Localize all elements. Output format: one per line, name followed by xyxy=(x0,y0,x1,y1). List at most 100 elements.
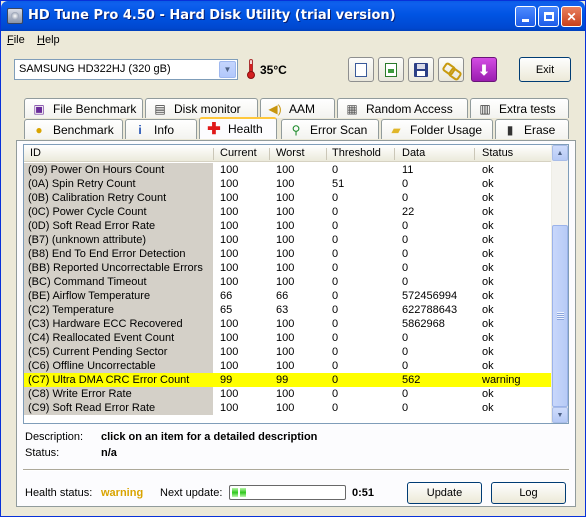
cell-data: 5862968 xyxy=(402,318,445,330)
folder-icon: ▰ xyxy=(391,122,401,137)
table-row[interactable]: (0D) Soft Read Error Rate 100 100 0 0 ok xyxy=(24,219,553,233)
table-row[interactable]: (09) Power On Hours Count 100 100 0 11 ok xyxy=(24,163,553,177)
maximize-button[interactable] xyxy=(538,6,559,27)
cell-worst: 100 xyxy=(276,360,295,372)
table-row[interactable]: (BB) Reported Uncorrectable Errors 100 100… xyxy=(24,261,553,275)
tab-extra-tests-label: Extra tests xyxy=(499,101,556,116)
table-row[interactable]: (0B) Calibration Retry Count 100 100 0 0 ok xyxy=(24,191,553,205)
tab-aam-label: AAM xyxy=(289,101,316,116)
column-data[interactable]: Data xyxy=(402,147,425,159)
minimize-icon xyxy=(522,18,529,22)
exit-button[interactable]: Exit xyxy=(519,57,571,82)
cell-id: (0B) Calibration Retry Count xyxy=(24,191,213,205)
cell-worst: 63 xyxy=(276,304,289,316)
table-row[interactable]: (BC) Command Timeout 100 100 0 0 ok xyxy=(24,275,553,289)
cell-worst: 100 xyxy=(276,346,295,358)
tab-info-label: Info xyxy=(154,122,175,137)
column-status[interactable]: Status xyxy=(482,147,513,159)
cell-status: ok xyxy=(482,346,494,358)
thermometer-icon xyxy=(247,59,255,79)
tab-extra-tests[interactable]: ▥ Extra tests xyxy=(470,98,569,118)
cell-current: 100 xyxy=(220,220,239,232)
tab-aam[interactable]: ◀) AAM xyxy=(260,98,335,118)
tab-erase[interactable]: ▮ Erase xyxy=(495,119,569,139)
table-row[interactable]: (C5) Current Pending Sector 100 100 0 0 ok xyxy=(24,345,553,359)
divider xyxy=(23,469,569,471)
cell-status: ok xyxy=(482,388,494,400)
cell-worst: 100 xyxy=(276,234,295,246)
column-id[interactable]: ID xyxy=(30,147,41,159)
cell-status: ok xyxy=(482,332,494,344)
cell-id: (C3) Hardware ECC Recovered xyxy=(24,317,213,331)
cell-id: (0A) Spin Retry Count xyxy=(24,177,213,191)
description-label: Description: xyxy=(25,431,84,443)
smart-table[interactable]: ID Current Worst Threshold Data Status (… xyxy=(23,144,569,424)
cell-status: ok xyxy=(482,192,494,204)
cell-data: 572456994 xyxy=(402,290,458,302)
tab-error-scan[interactable]: ⚲ Error Scan xyxy=(281,119,379,139)
cell-current: 100 xyxy=(220,192,239,204)
tab-folder-usage[interactable]: ▰ Folder Usage xyxy=(381,119,493,139)
column-threshold[interactable]: Threshold xyxy=(332,147,381,159)
table-body: (09) Power On Hours Count 100 100 0 11 ok (0A)… xyxy=(24,163,553,415)
disk-monitor-icon: ▤ xyxy=(154,101,166,116)
tab-random-access[interactable]: ▦ Random Access xyxy=(337,98,468,118)
extra-tests-icon: ▥ xyxy=(479,101,491,116)
table-row[interactable]: (C7) Ultra DMA CRC Error Count 99 99 0 562 wa… xyxy=(24,373,553,387)
copy-image-icon xyxy=(385,62,397,77)
table-row[interactable]: (C3) Hardware ECC Recovered 100 100 0 586296… xyxy=(24,317,553,331)
tab-info[interactable]: i Info xyxy=(125,119,197,139)
save-button[interactable] xyxy=(408,57,434,82)
table-row[interactable]: (C2) Temperature 65 63 0 622788643 ok xyxy=(24,303,553,317)
close-button[interactable]: ✕ xyxy=(561,6,582,27)
copy-text-button[interactable] xyxy=(348,57,374,82)
cell-status: ok xyxy=(482,360,494,372)
minimize-button[interactable] xyxy=(515,6,536,27)
cell-worst: 100 xyxy=(276,178,295,190)
red-cross-icon: ✚ xyxy=(207,121,221,138)
table-row[interactable]: (B8) End To End Error Detection 100 100 0 0 o… xyxy=(24,247,553,261)
update-button[interactable]: Update xyxy=(407,482,482,504)
table-row[interactable]: (C9) Soft Read Error Rate 100 100 0 0 ok xyxy=(24,401,553,415)
drive-select[interactable]: SAMSUNG HD322HJ (320 gB) ▼ xyxy=(14,59,238,80)
menu-help[interactable]: Help xyxy=(37,34,60,46)
cell-threshold: 0 xyxy=(332,388,339,400)
title-bar[interactable]: HD Tune Pro 4.50 - Hard Disk Utility (tr… xyxy=(1,1,585,31)
cell-threshold: 0 xyxy=(332,402,339,414)
table-row[interactable]: (0A) Spin Retry Count 100 100 51 0 ok xyxy=(24,177,553,191)
chevron-down-icon[interactable]: ▼ xyxy=(219,61,236,78)
menu-file[interactable]: File xyxy=(7,34,25,46)
cell-id: (0D) Soft Read Error Rate xyxy=(24,219,213,233)
status-label: Status: xyxy=(25,447,60,459)
vertical-scrollbar[interactable]: ▲ ▼ xyxy=(551,145,568,423)
scrollbar-thumb[interactable] xyxy=(552,225,568,407)
menu-file-label: ile xyxy=(13,34,25,46)
cell-current: 100 xyxy=(220,388,239,400)
tab-disk-monitor[interactable]: ▤ Disk monitor xyxy=(145,98,258,118)
copy-screenshot-button[interactable] xyxy=(378,57,404,82)
cell-threshold: 0 xyxy=(332,374,339,386)
table-row[interactable]: (C4) Reallocated Event Count 100 100 0 0 ok xyxy=(24,331,553,345)
cell-worst: 100 xyxy=(276,220,295,232)
table-row[interactable]: (C6) Offline Uncorrectable 100 100 0 0 ok xyxy=(24,359,553,373)
cell-id: (C5) Current Pending Sector xyxy=(24,345,213,359)
column-worst[interactable]: Worst xyxy=(276,147,305,159)
menu-file-accel: F xyxy=(7,34,14,46)
cell-id: (B7) (unknown attribute) xyxy=(24,233,213,247)
download-button[interactable]: ⬇ xyxy=(471,57,497,82)
table-row[interactable]: (BE) Airflow Temperature 66 66 0 572456994 ok xyxy=(24,289,553,303)
tab-benchmark[interactable]: ● Benchmark xyxy=(24,119,123,139)
menu-help-accel: H xyxy=(37,34,45,46)
tab-error-scan-label: Error Scan xyxy=(310,122,368,137)
scroll-up-icon[interactable]: ▲ xyxy=(552,145,568,161)
tab-file-benchmark[interactable]: ▣ File Benchmark xyxy=(24,98,143,118)
log-button[interactable]: Log xyxy=(491,482,566,504)
table-row[interactable]: (B7) (unknown attribute) 100 100 0 0 ok xyxy=(24,233,553,247)
tab-health[interactable]: ✚ Health xyxy=(199,117,277,139)
cell-status: ok xyxy=(482,206,494,218)
scroll-down-icon[interactable]: ▼ xyxy=(552,407,568,423)
table-row[interactable]: (0C) Power Cycle Count 100 100 0 22 ok xyxy=(24,205,553,219)
table-row[interactable]: (C8) Write Error Rate 100 100 0 0 ok xyxy=(24,387,553,401)
options-button[interactable] xyxy=(438,57,464,82)
column-current[interactable]: Current xyxy=(220,147,257,159)
